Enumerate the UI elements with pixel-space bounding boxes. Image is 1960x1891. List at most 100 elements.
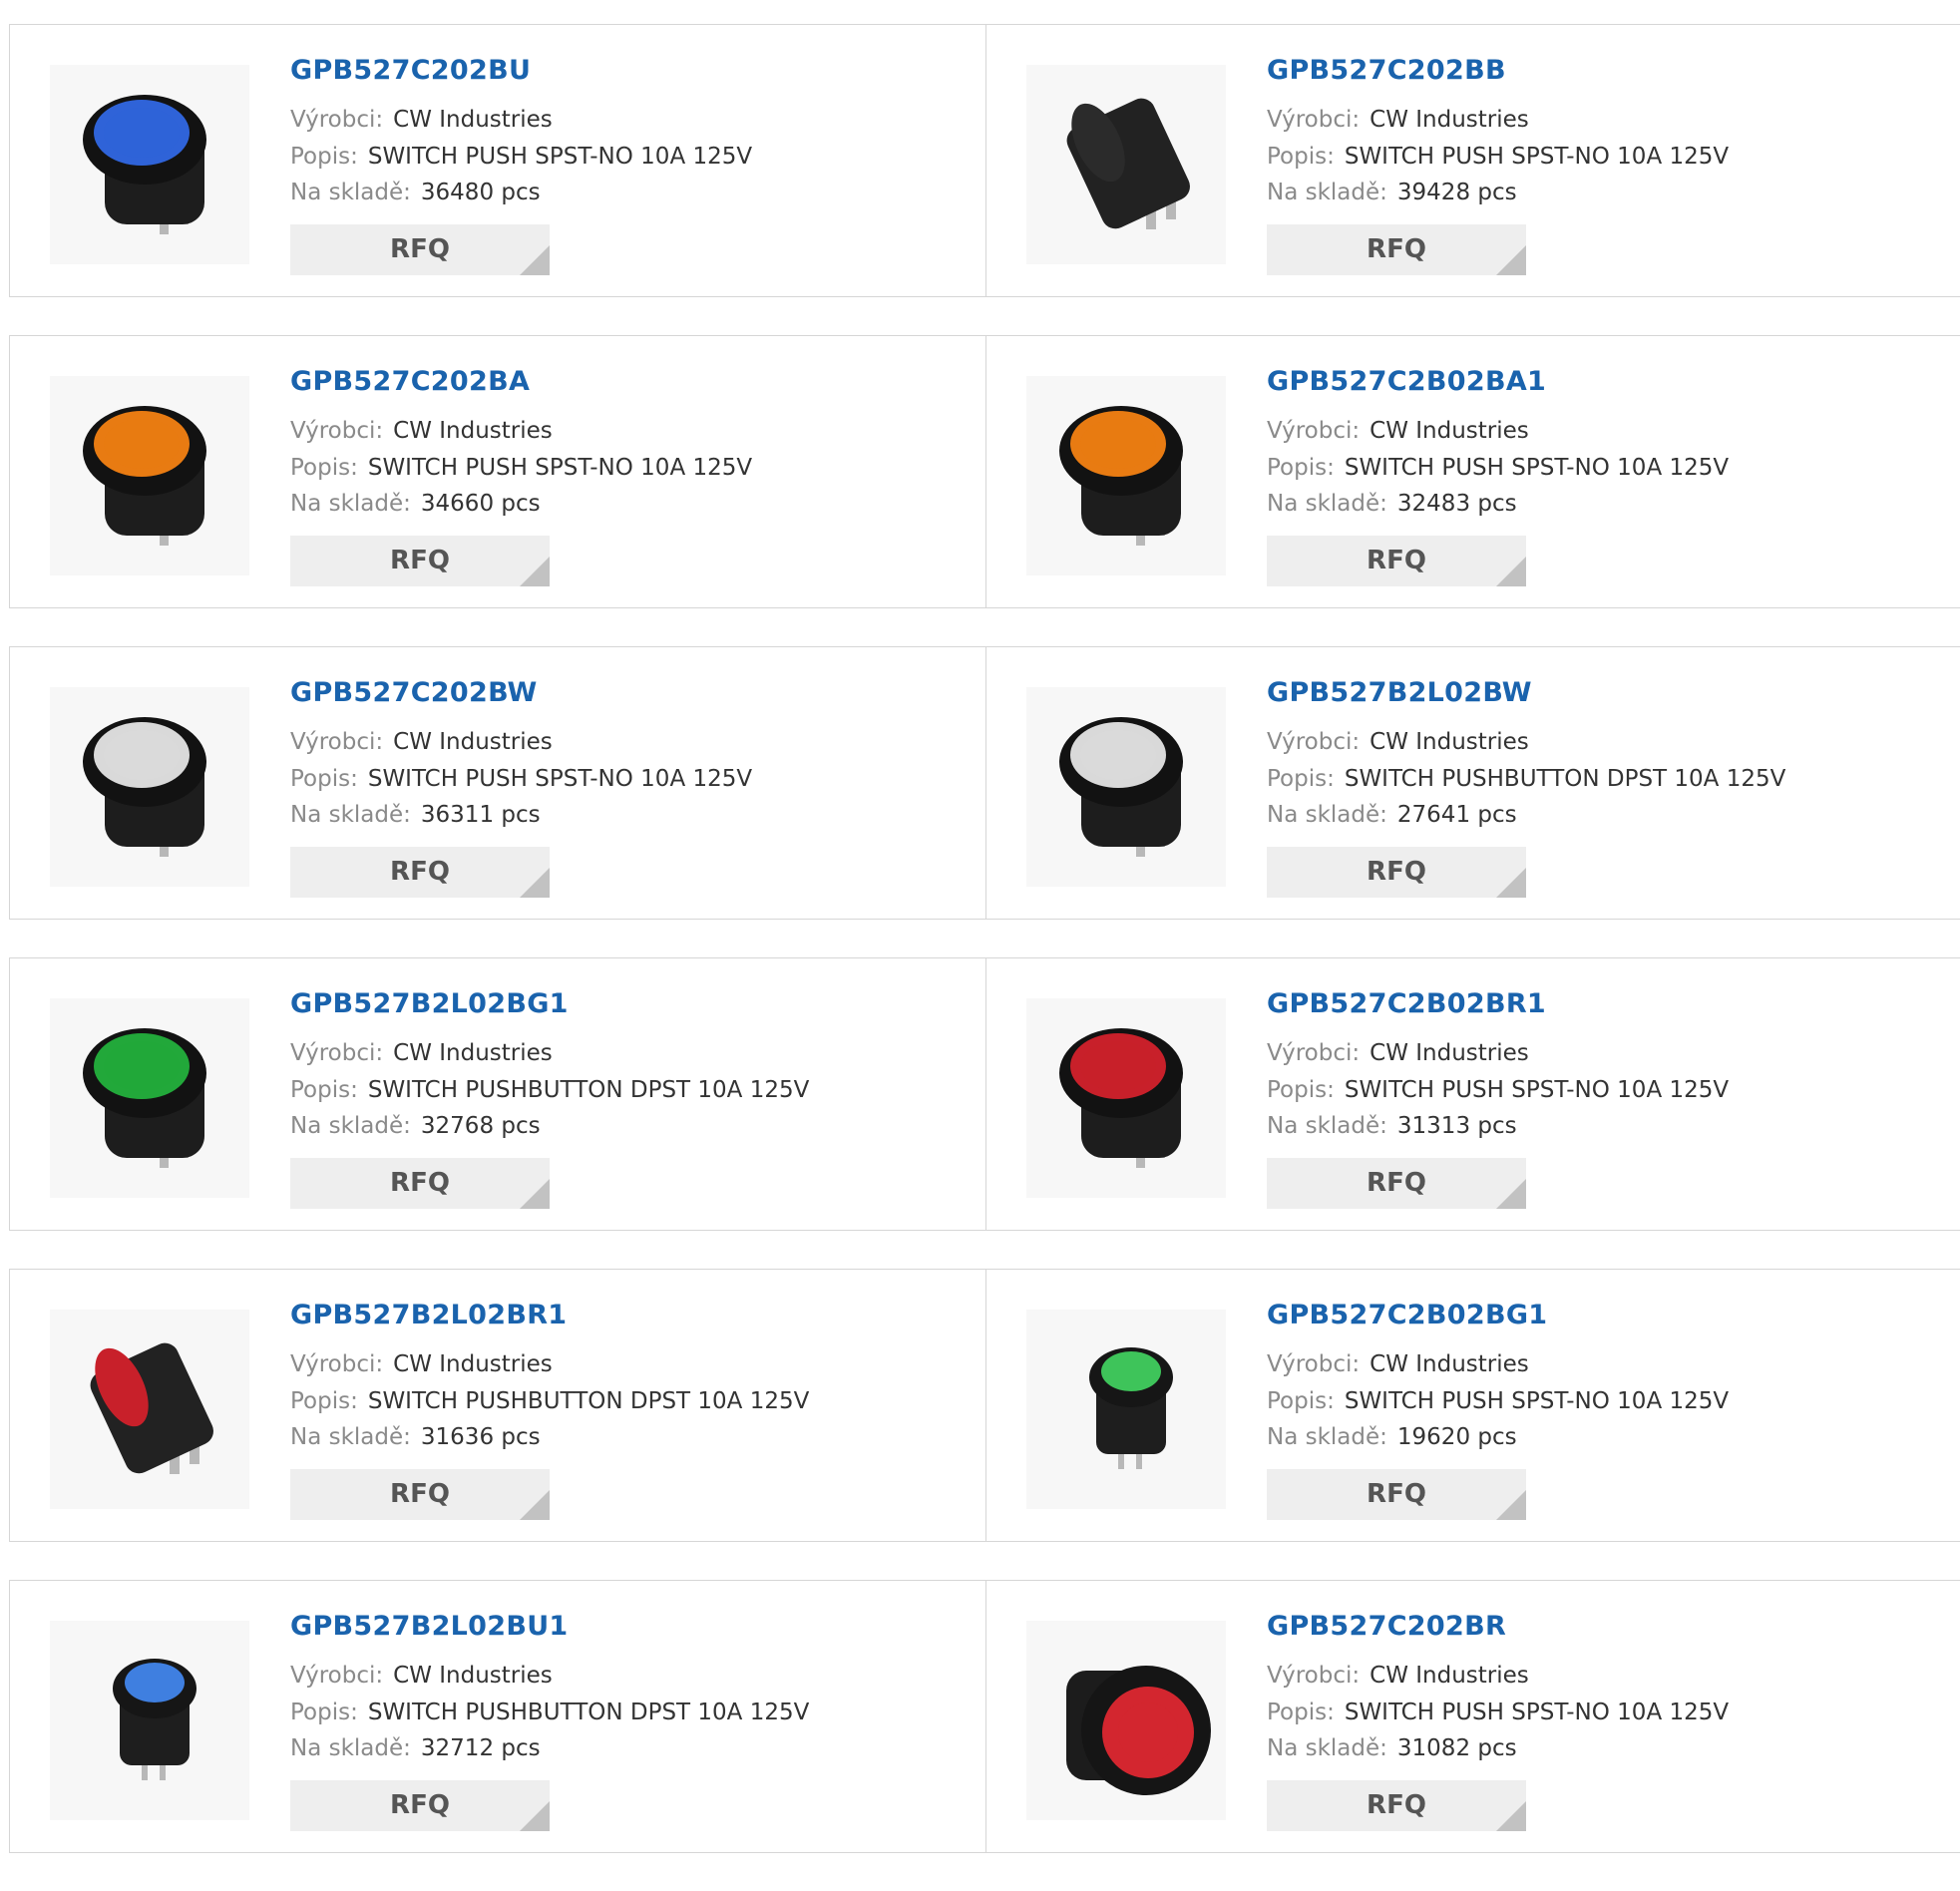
product-part-number-link[interactable]: GPB527C2B02BA1 [1267,366,1546,397]
product-image[interactable] [1026,65,1226,264]
rfq-label: RFQ [1367,234,1426,264]
product-part-number-link[interactable]: GPB527B2L02BG1 [290,988,569,1019]
product-part-number-link[interactable]: GPB527C202BU [290,55,531,86]
product-image[interactable] [50,376,249,575]
rfq-button[interactable]: RFQ [1267,224,1526,275]
stock-value: 39428 pcs [1396,180,1517,205]
product-part-number-link[interactable]: GPB527B2L02BU1 [290,1611,569,1642]
manufacturer-line: Výrobci: CW Industries [290,418,553,444]
stock-line: Na skladě: 19620 pcs [1267,1424,1517,1450]
corner-triangle-icon [520,1490,550,1520]
stock-label: Na skladě: [1267,1113,1387,1139]
manufacturer-label: Výrobci: [290,729,384,755]
corner-triangle-icon [1496,868,1526,898]
rfq-button[interactable]: RFQ [290,536,550,586]
rfq-button[interactable]: RFQ [290,847,550,898]
product-part-number-link[interactable]: GPB527B2L02BW [1267,677,1532,708]
product-card: GPB527C2B02BA1 Výrobci: CW Industries Pop… [985,336,1959,607]
product-row: GPB527B2L02BG1 Výrobci: CW Industries Pop… [9,957,1960,1231]
manufacturer-value: CW Industries [393,729,553,755]
corner-triangle-icon [520,557,550,586]
push-switch-icon [90,1342,213,1474]
rfq-button[interactable]: RFQ [1267,1780,1526,1831]
corner-triangle-icon [520,868,550,898]
push-switch-icon [1059,1028,1183,1168]
description-label: Popis: [1267,1077,1335,1103]
description-line: Popis: SWITCH PUSHBUTTON DPST 10A 125V [290,1077,809,1103]
rfq-button[interactable]: RFQ [290,1780,550,1831]
manufacturer-line: Výrobci: CW Industries [290,729,553,755]
product-grid: GPB527C202BU Výrobci: CW Industries Popis… [9,24,1960,1891]
rfq-label: RFQ [1367,857,1426,887]
product-image[interactable] [1026,998,1226,1198]
manufacturer-value: CW Industries [393,1663,553,1689]
corner-triangle-icon [520,1179,550,1209]
description-value: SWITCH PUSH SPST-NO 10A 125V [1344,1077,1730,1103]
rfq-button[interactable]: RFQ [1267,1469,1526,1520]
manufacturer-line: Výrobci: CW Industries [290,1040,553,1066]
product-image[interactable] [50,1310,249,1509]
description-value: SWITCH PUSH SPST-NO 10A 125V [367,766,753,792]
product-card: GPB527C202BB Výrobci: CW Industries Popis… [985,25,1959,296]
product-part-number-link[interactable]: GPB527C2B02BR1 [1267,988,1546,1019]
product-part-number-link[interactable]: GPB527C202BR [1267,1611,1506,1642]
rfq-label: RFQ [390,546,450,575]
stock-line: Na skladě: 27641 pcs [1267,802,1517,828]
description-line: Popis: SWITCH PUSHBUTTON DPST 10A 125V [1267,766,1785,792]
description-value: SWITCH PUSHBUTTON DPST 10A 125V [367,1700,810,1725]
manufacturer-line: Výrobci: CW Industries [290,1663,553,1689]
product-part-number-link[interactable]: GPB527B2L02BR1 [290,1300,567,1330]
description-label: Popis: [1267,1700,1335,1725]
rfq-label: RFQ [1367,1479,1426,1509]
product-card: GPB527B2L02BR1 Výrobci: CW Industries Pop… [10,1270,985,1541]
description-line: Popis: SWITCH PUSH SPST-NO 10A 125V [290,766,752,792]
product-part-number-link[interactable]: GPB527C202BW [290,677,538,708]
product-part-number-link[interactable]: GPB527C202BB [1267,55,1506,86]
product-image[interactable] [50,687,249,887]
product-image[interactable] [50,998,249,1198]
description-value: SWITCH PUSHBUTTON DPST 10A 125V [1344,766,1786,792]
product-image[interactable] [1026,1621,1226,1820]
stock-label: Na skladě: [1267,1735,1387,1761]
product-card: GPB527C2B02BR1 Výrobci: CW Industries Pop… [985,958,1959,1230]
manufacturer-label: Výrobci: [290,418,384,444]
description-value: SWITCH PUSHBUTTON DPST 10A 125V [367,1077,810,1103]
description-line: Popis: SWITCH PUSHBUTTON DPST 10A 125V [290,1388,809,1414]
push-switch-icon [1089,1347,1173,1469]
stock-label: Na skladě: [290,1113,411,1139]
push-switch-icon [83,717,206,857]
rfq-button[interactable]: RFQ [290,1469,550,1520]
rfq-button[interactable]: RFQ [290,224,550,275]
stock-line: Na skladě: 34660 pcs [290,491,541,517]
description-label: Popis: [290,1388,358,1414]
manufacturer-line: Výrobci: CW Industries [290,107,553,133]
rfq-button[interactable]: RFQ [1267,1158,1526,1209]
stock-label: Na skladě: [290,1735,411,1761]
manufacturer-value: CW Industries [393,107,553,133]
stock-value: 36480 pcs [420,180,541,205]
product-part-number-link[interactable]: GPB527C202BA [290,366,530,397]
manufacturer-value: CW Industries [1370,1663,1529,1689]
description-label: Popis: [290,1077,358,1103]
product-image[interactable] [50,1621,249,1820]
stock-label: Na skladě: [1267,180,1387,205]
description-label: Popis: [1267,455,1335,481]
rfq-button[interactable]: RFQ [1267,847,1526,898]
manufacturer-line: Výrobci: CW Industries [1267,729,1529,755]
description-line: Popis: SWITCH PUSH SPST-NO 10A 125V [1267,1388,1729,1414]
product-image[interactable] [50,65,249,264]
manufacturer-label: Výrobci: [1267,729,1361,755]
product-part-number-link[interactable]: GPB527C2B02BG1 [1267,1300,1547,1330]
product-image[interactable] [1026,1310,1226,1509]
stock-label: Na skladě: [1267,802,1387,828]
description-label: Popis: [1267,1388,1335,1414]
manufacturer-line: Výrobci: CW Industries [1267,1351,1529,1377]
description-line: Popis: SWITCH PUSH SPST-NO 10A 125V [1267,1700,1729,1725]
rfq-button[interactable]: RFQ [1267,536,1526,586]
product-image[interactable] [1026,376,1226,575]
description-line: Popis: SWITCH PUSH SPST-NO 10A 125V [1267,1077,1729,1103]
manufacturer-label: Výrobci: [290,1351,384,1377]
stock-label: Na skladě: [290,180,411,205]
rfq-button[interactable]: RFQ [290,1158,550,1209]
product-image[interactable] [1026,687,1226,887]
